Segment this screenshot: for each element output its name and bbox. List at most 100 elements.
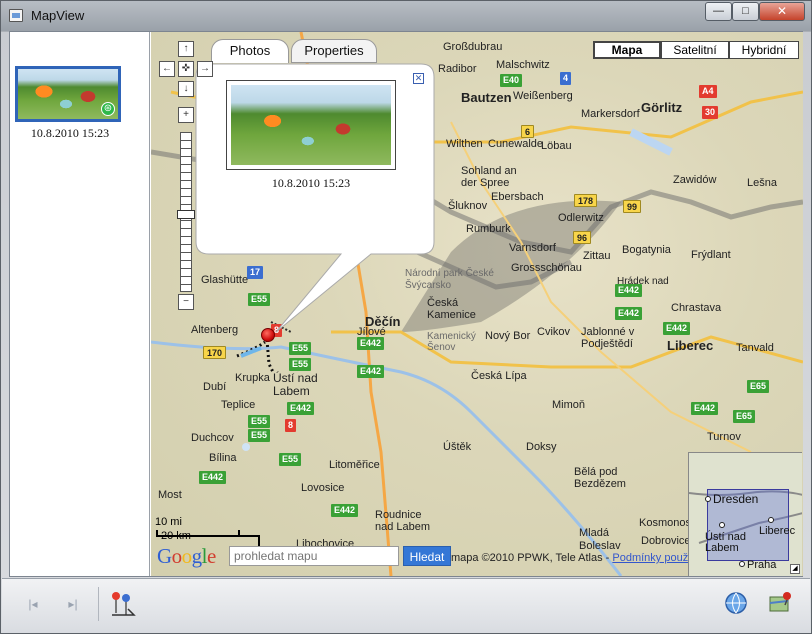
overview-label: Liberec	[759, 525, 796, 537]
overview-map[interactable]: Dresden Liberec Ústí nad Labem Praha ◢	[688, 452, 802, 576]
pan-center-button[interactable]: ✜	[178, 61, 194, 77]
road-shield: E65	[747, 380, 770, 393]
town-label: Löbau	[541, 140, 572, 152]
road-shield: E442	[287, 402, 315, 415]
scale-km: 20 km	[161, 530, 191, 542]
overview-label: Dresden	[713, 492, 759, 506]
town-label: Teplice	[221, 399, 256, 411]
road-shield: 4	[560, 72, 572, 85]
globe-icon[interactable]	[724, 591, 748, 615]
map-type-hybrid[interactable]: Hybridní	[729, 41, 799, 59]
town-label: Rumburk	[466, 223, 511, 235]
thumbnail-caption: 10.8.2010 15:23	[30, 126, 110, 140]
town-label: Lovosice	[301, 482, 345, 494]
town-label: Wilthen	[446, 138, 483, 150]
town-label: Varnsdorf	[509, 242, 556, 254]
popup-photo-image	[231, 85, 391, 165]
map-pin-icon[interactable]	[768, 589, 794, 615]
gps-badge-icon: ⊛	[101, 102, 115, 116]
app-icon	[9, 9, 23, 22]
close-button[interactable]: ✕	[759, 2, 805, 21]
town-label: Frýdlant	[691, 249, 731, 261]
town-label: Bílina	[209, 452, 237, 464]
map-search-input[interactable]	[229, 546, 399, 566]
pan-up-button[interactable]: ↑	[178, 41, 194, 57]
road-shield: E55	[279, 453, 302, 466]
road-shield: E442	[615, 307, 643, 320]
zoom-in-button[interactable]: +	[178, 107, 194, 123]
town-label: Chrastava	[671, 302, 722, 314]
town-label: Tanvald	[736, 342, 774, 354]
town-label: Cvikov	[537, 326, 571, 338]
road-shield: 8	[285, 419, 297, 432]
road-shield: E442	[331, 504, 359, 517]
road-shield: A4	[699, 85, 717, 98]
pan-right-button[interactable]: →	[197, 61, 213, 77]
road-shield: E442	[357, 365, 385, 378]
pan-down-button[interactable]: ↓	[178, 81, 194, 97]
minimize-button[interactable]: —	[705, 2, 732, 21]
road-shield: E55	[289, 358, 312, 371]
road-shield: E55	[248, 415, 271, 428]
town-label: Šluknov	[448, 200, 488, 212]
road-shield: 30	[702, 106, 719, 119]
route-pins-icon[interactable]	[108, 589, 138, 619]
map-search-button[interactable]: Hledat	[403, 546, 451, 566]
town-label: Sohland an der Spree	[461, 165, 517, 189]
road-shield: E40	[500, 74, 523, 87]
overview-toggle-icon[interactable]: ◢	[790, 564, 800, 574]
town-label: Mladá Boleslav	[579, 527, 621, 552]
map-type-mapa[interactable]: Mapa	[593, 41, 661, 59]
tab-photos[interactable]: Photos	[211, 39, 289, 63]
maximize-button[interactable]: □	[732, 2, 759, 21]
thumbnail-panel: ⊛ 10.8.2010 15:23	[10, 32, 150, 576]
tab-properties[interactable]: Properties	[291, 39, 377, 63]
popup-close-icon[interactable]: ✕	[413, 73, 424, 84]
popup-photo[interactable]	[226, 80, 396, 170]
town-label: Bautzen	[461, 90, 512, 105]
toolbar-separator	[98, 587, 99, 621]
route-track	[236, 339, 275, 373]
town-label: Úštěk	[443, 441, 472, 453]
road-shield: 96	[573, 231, 592, 244]
overview-label: Praha	[747, 559, 777, 571]
road-shield: E442	[691, 402, 719, 415]
terms-of-use-link[interactable]: Podmínky použití	[612, 552, 696, 564]
town-label: Malschwitz	[496, 59, 550, 71]
road-shield: 99	[623, 200, 642, 213]
photo-thumbnail[interactable]: ⊛	[15, 66, 121, 122]
zoom-slider-handle[interactable]	[177, 210, 195, 219]
overview-dot	[705, 496, 711, 502]
road-shield: 6	[521, 125, 535, 138]
google-search-bar: Google Hledat	[153, 542, 453, 572]
town-label: Nový Bor	[485, 330, 531, 342]
town-label: Dobrovice	[641, 535, 691, 547]
town-label: Doksy	[526, 441, 557, 453]
map-type-satellite[interactable]: Satelitní	[661, 41, 729, 59]
location-marker-icon[interactable]	[261, 328, 275, 342]
town-label: Großdubrau	[443, 41, 503, 53]
town-label: Ebersbach	[491, 191, 544, 203]
town-label: Duchcov	[191, 432, 234, 444]
town-label: Markersdorf	[581, 108, 640, 120]
town-label: Litoměřice	[329, 459, 380, 471]
town-label: Odlerwitz	[558, 212, 604, 224]
zoom-out-button[interactable]: −	[178, 294, 194, 310]
map-view[interactable]: Großdubrau Malschwitz Radibor Bautzen We…	[151, 32, 803, 576]
client-area: ⊛ 10.8.2010 15:23 Großdubrau Malschwitz …	[9, 31, 803, 577]
town-label: Bělá pod Bezdězem	[574, 466, 626, 490]
last-photo-button[interactable]: ▸|	[62, 593, 84, 615]
title-bar: MapView — □ ✕	[1, 1, 811, 31]
popup-photo-caption: 10.8.2010 15:23	[271, 176, 351, 190]
town-label: Zittau	[583, 250, 611, 262]
town-label: Liberec	[667, 338, 714, 353]
road-shield: 178	[574, 194, 598, 207]
overview-dot	[719, 522, 725, 528]
first-photo-button[interactable]: |◂	[22, 593, 44, 615]
overview-dot	[768, 517, 774, 523]
town-label: Weißenberg	[513, 90, 573, 102]
road-shield: E65	[733, 410, 756, 423]
pan-left-button[interactable]: ←	[159, 61, 175, 77]
town-label: Dubí	[203, 381, 227, 393]
town-label: Cunewalde	[488, 138, 544, 150]
